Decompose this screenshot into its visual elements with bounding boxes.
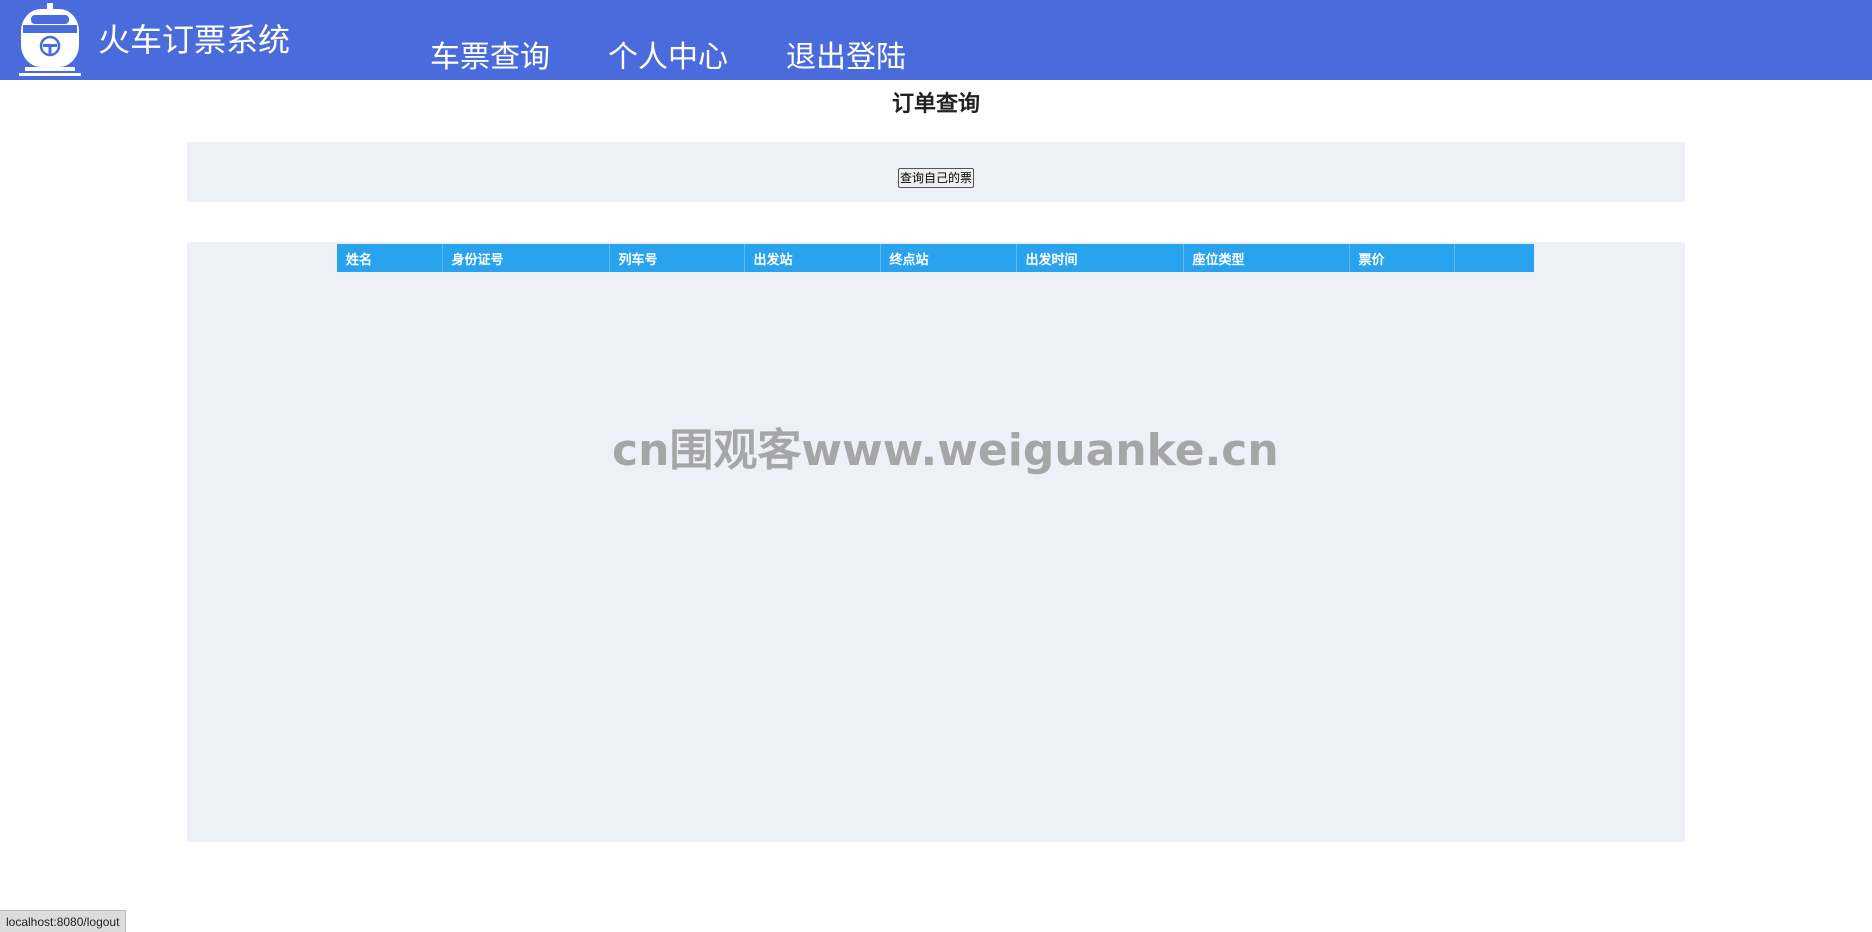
train-logo-icon bbox=[16, 1, 84, 77]
column-header-departure-station: 出发站 bbox=[744, 244, 881, 272]
column-header-price: 票价 bbox=[1349, 244, 1455, 272]
query-panel: 查询自己的票 bbox=[187, 142, 1685, 202]
query-my-tickets-button[interactable]: 查询自己的票 bbox=[898, 168, 974, 188]
top-navigation-bar: 火车订票系统 车票查询 个人中心 退出登陆 bbox=[0, 0, 1872, 80]
nav-personal-center[interactable]: 个人中心 bbox=[608, 38, 728, 78]
table-header-row: 姓名 身份证号 列车号 出发站 终点站 出发时间 座位类型 票价 bbox=[337, 244, 1534, 272]
nav-ticket-search[interactable]: 车票查询 bbox=[430, 38, 550, 78]
column-header-id-number: 身份证号 bbox=[442, 244, 610, 272]
status-bar-url: localhost:8080/logout bbox=[0, 910, 127, 932]
column-header-departure-time: 出发时间 bbox=[1016, 244, 1184, 272]
page: 火车订票系统 车票查询 个人中心 退出登陆 订单查询 查询自己的票 姓名 身份证… bbox=[0, 0, 1872, 932]
watermark-text: cn围观客www.weiguanke.cn bbox=[612, 425, 1279, 476]
main-nav: 车票查询 个人中心 退出登陆 bbox=[430, 38, 964, 78]
column-header-name: 姓名 bbox=[337, 244, 443, 272]
nav-logout[interactable]: 退出登陆 bbox=[786, 38, 906, 78]
column-header-seat-type: 座位类型 bbox=[1183, 244, 1350, 272]
orders-table: 姓名 身份证号 列车号 出发站 终点站 出发时间 座位类型 票价 bbox=[337, 244, 1534, 272]
column-header-train-number: 列车号 bbox=[609, 244, 745, 272]
app-title: 火车订票系统 bbox=[98, 21, 291, 59]
results-panel: 姓名 身份证号 列车号 出发站 终点站 出发时间 座位类型 票价 bbox=[187, 242, 1685, 842]
column-header-actions bbox=[1454, 244, 1534, 272]
column-header-arrival-station: 终点站 bbox=[880, 244, 1017, 272]
page-title: 订单查询 bbox=[891, 92, 980, 117]
